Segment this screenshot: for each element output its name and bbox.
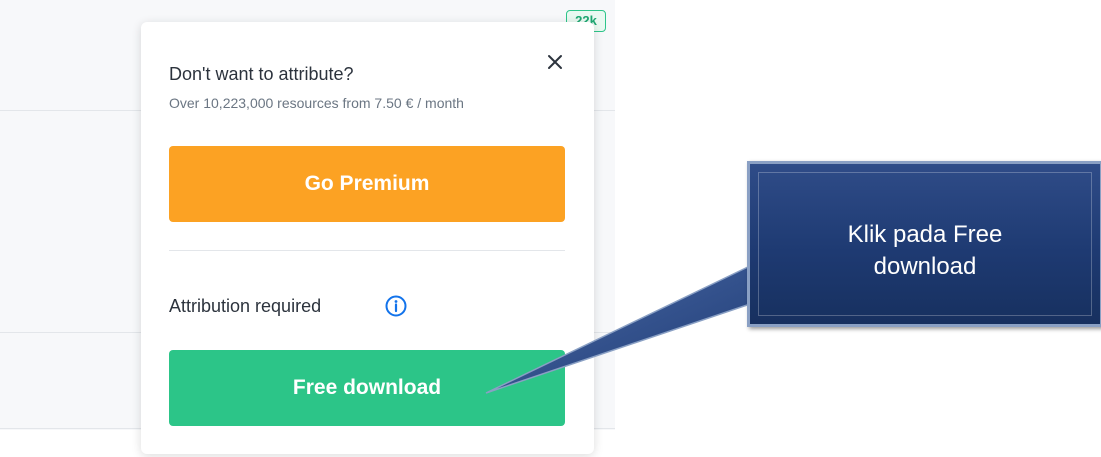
- callout-line-1: Klik pada Free: [847, 221, 1003, 248]
- free-download-button[interactable]: Free download: [169, 350, 565, 426]
- instruction-callout: Klik pada Free download: [747, 161, 1101, 327]
- attribution-popup: Don't want to attribute? Over 10,223,000…: [141, 22, 594, 454]
- attribution-required-label: Attribution required: [169, 296, 322, 316]
- close-icon[interactable]: [543, 50, 567, 74]
- callout-line-2: download: [873, 253, 977, 280]
- go-premium-button[interactable]: Go Premium: [169, 146, 565, 222]
- info-icon[interactable]: [384, 294, 408, 318]
- divider: [169, 250, 565, 251]
- popup-title: Don't want to attribute?: [169, 64, 354, 84]
- callout-text: Klik pada Free download: [750, 219, 1100, 283]
- popup-subtitle: Over 10,223,000 resources from 7.50 € / …: [169, 95, 464, 111]
